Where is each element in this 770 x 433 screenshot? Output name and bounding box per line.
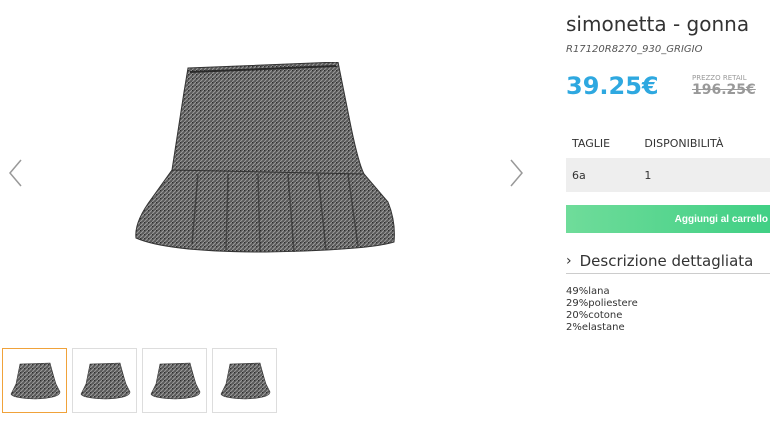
description-title: Descrizione dettagliata: [579, 252, 754, 270]
thumbnail-3[interactable]: [142, 348, 207, 413]
skirt-thumbnail-image: [150, 362, 200, 399]
composition-item: 20%cotone: [566, 310, 623, 321]
prev-image-button[interactable]: [6, 158, 26, 188]
product-title: simonetta - gonna: [566, 12, 750, 36]
next-image-button[interactable]: [506, 158, 526, 188]
product-info: simonetta - gonna R17120R8270_930_GRIGIO…: [566, 0, 770, 433]
column-header-availability: DISPONIBILITÀ: [644, 136, 724, 150]
composition-item: 49%lana: [566, 286, 610, 297]
availability-cell: 1: [638, 158, 770, 192]
size-cell: 6a: [566, 158, 639, 192]
product-price: 39.25€: [566, 72, 659, 100]
composition-item: 29%poliestere: [566, 298, 638, 309]
chevron-right-icon: ›: [566, 253, 572, 269]
thumbnail-strip: [2, 348, 277, 413]
add-to-cart-button[interactable]: Aggiungi al carrello: [566, 205, 770, 233]
thumbnail-1[interactable]: [2, 348, 67, 413]
composition-list: 49%lana 29%poliestere 20%cotone 2%elasta…: [566, 286, 638, 334]
table-row[interactable]: 6a 1: [566, 158, 770, 192]
composition-item: 2%elastane: [566, 322, 625, 333]
description-toggle[interactable]: › Descrizione dettagliata: [566, 249, 770, 274]
chevron-right-icon: [510, 159, 523, 187]
sizes-table: TAGLIE DISPONIBILITÀ 6a 1: [566, 128, 770, 192]
chevron-left-icon: [9, 159, 22, 187]
product-sku: R17120R8270_930_GRIGIO: [566, 44, 703, 55]
retail-price-label: PREZZO RETAIL: [692, 74, 747, 82]
skirt-thumbnail-image: [220, 362, 270, 399]
product-gallery: [0, 0, 540, 433]
skirt-thumbnail-image: [80, 362, 130, 399]
column-header-sizes: TAGLIE: [572, 136, 611, 150]
product-image: [135, 62, 395, 253]
thumbnail-2[interactable]: [72, 348, 137, 413]
retail-price: 196.25€: [692, 82, 756, 98]
table-header-row: TAGLIE DISPONIBILITÀ: [566, 128, 770, 158]
skirt-thumbnail-image: [10, 362, 60, 399]
thumbnail-4[interactable]: [212, 348, 277, 413]
